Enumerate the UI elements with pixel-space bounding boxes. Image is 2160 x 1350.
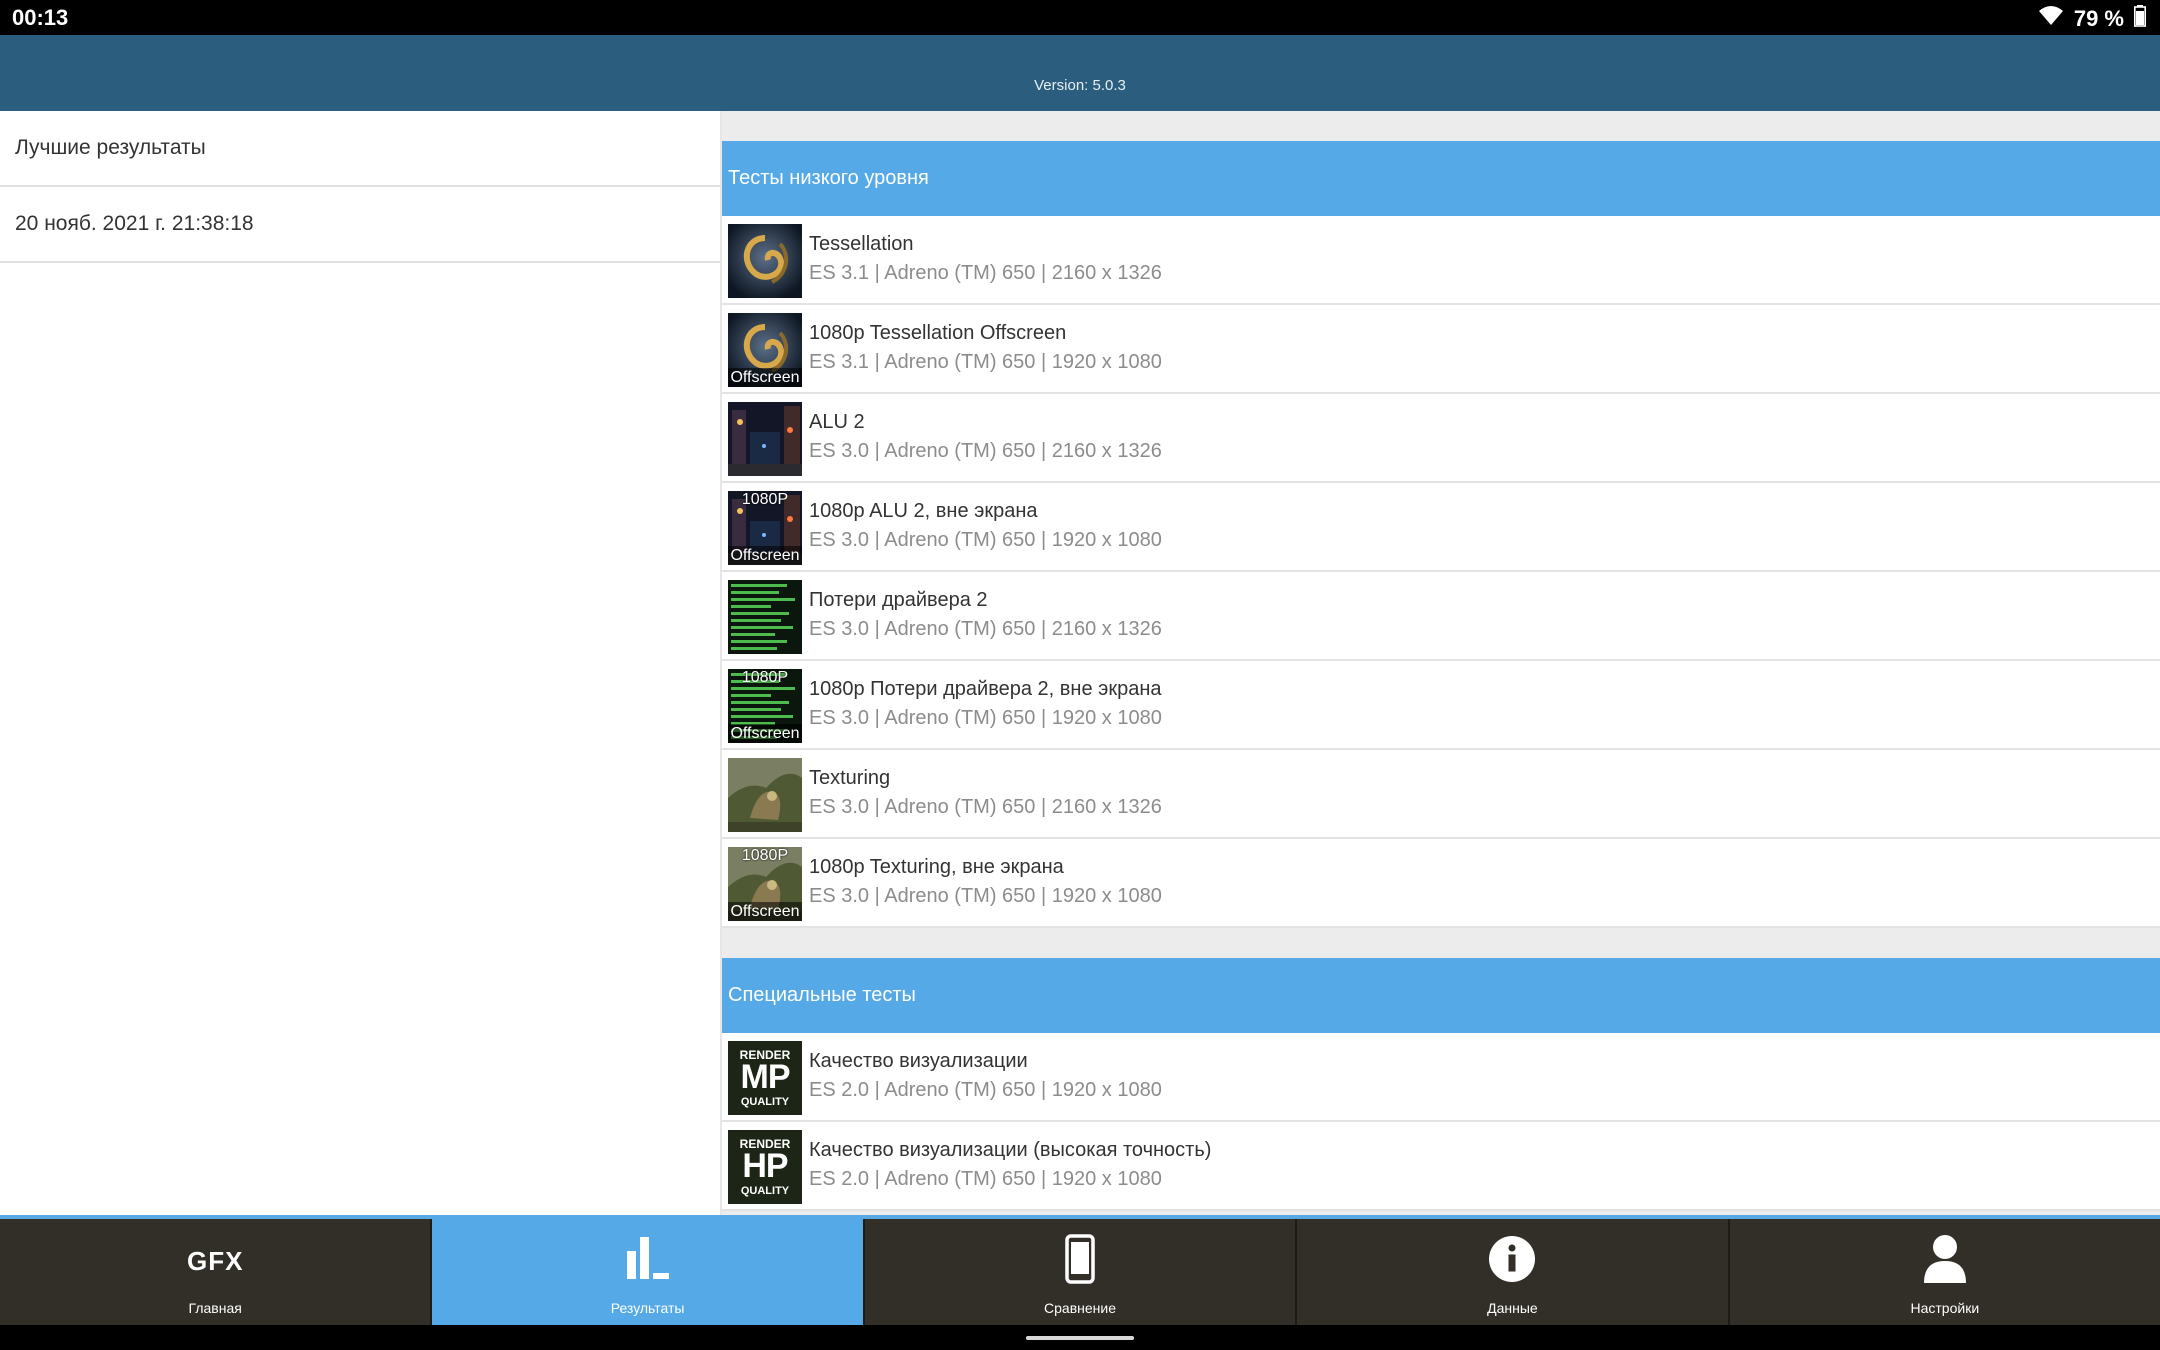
section-header: Тесты низкого уровня [722,141,2160,216]
badge-mid-text: MP [740,1058,791,1096]
result-row[interactable]: 1080P Offscreen 1080p Texturing, вне экран… [722,839,2160,928]
status-time: 00:13 [12,5,69,30]
gesture-bar [0,1325,2160,1350]
tab-settings[interactable]: Настройки [1729,1219,2160,1325]
test-details: ES 2.0 | Adreno (TM) 650 | 1920 x 1080 [809,1168,1162,1190]
badge-bottom-text: QUALITY [740,1185,790,1197]
result-row[interactable]: RENDER HP QUALITY Качество визуализации (вы… [722,1122,2160,1211]
result-date-item[interactable]: 20 нояб. 2021 г. 21:38:18 [0,187,720,263]
badge-mid-text: HP [742,1147,788,1185]
test-name: 1080p Tessellation Offscreen [809,322,1067,344]
battery-percent: 79 % [2073,6,2124,31]
result-row[interactable]: 1080P Offscreen 1080p Потери драйвера 2, в… [722,661,2160,750]
render-quality-mp-icon: RENDER MP QUALITY [728,1041,802,1115]
person-icon [1922,1233,1968,1290]
test-details: ES 3.0 | Adreno (TM) 650 | 1920 x 1080 [809,529,1162,551]
test-details: ES 3.1 | Adreno (TM) 650 | 1920 x 1080 [809,351,1162,373]
badge-bottom-text: QUALITY [740,1096,790,1108]
test-name: Texturing [809,767,891,789]
render-quality-badge: RENDER HP QUALITY [728,1130,802,1204]
tab-label: Настройки [1910,1300,1980,1316]
tab-home[interactable]: GFX Главная [0,1219,433,1325]
test-details: ES 3.1 | Adreno (TM) 650 | 2160 x 1326 [809,262,1162,284]
info-icon [1488,1235,1536,1288]
test-name: ALU 2 [809,411,865,433]
thumb-offscreen-label: Offscreen [728,724,802,743]
version-label: Version: 5.0.3 [1034,77,1126,94]
home-gesture-handle[interactable] [1026,1336,1134,1340]
tab-label: Главная [188,1300,242,1316]
tab-label: Результаты [610,1300,685,1316]
result-row[interactable]: Потери драйвера 2 ES 3.0 | Adreno (TM) 65… [722,572,2160,661]
render-quality-badge: RENDER MP QUALITY [728,1041,802,1115]
test-details: ES 3.0 | Adreno (TM) 650 | 2160 x 1326 [809,618,1162,640]
test-name: 1080p Потери драйвера 2, вне экрана [809,678,1162,700]
test-name: Tessellation [809,233,914,255]
results-list[interactable]: Тесты низкого уровня Tessellation ES 3.1 |… [722,111,2160,1215]
result-row[interactable]: Offscreen 1080p Tessellation Offscreen ES … [722,305,2160,394]
tessellation-thumbnail-icon [728,224,802,298]
thumb-resolution-label: 1080P [741,669,789,686]
test-details: ES 3.0 | Adreno (TM) 650 | 1920 x 1080 [809,707,1162,729]
tessellation-offscreen-thumbnail-icon: Offscreen [728,313,802,387]
result-row[interactable]: ALU 2 ES 3.0 | Adreno (TM) 650 | 2160 x 1… [722,394,2160,483]
tab-compare[interactable]: Сравнение [864,1219,1298,1325]
test-details: ES 3.0 | Adreno (TM) 650 | 1920 x 1080 [809,885,1162,907]
thumb-offscreen-label: Offscreen [728,902,802,921]
tab-label: Сравнение [1044,1300,1116,1316]
status-right: 79 % [2038,5,2146,33]
test-name: Потери драйвера 2 [809,589,988,611]
texturing-thumbnail-icon [728,758,802,832]
result-row[interactable]: RENDER MP QUALITY Качество визуализации ES 2… [722,1033,2160,1122]
section-spacer [722,111,2160,141]
gfx-logo-icon: GFX [186,1245,244,1276]
texturing-offscreen-thumbnail-icon: 1080P Offscreen [728,847,802,921]
alu2-thumbnail-icon [728,402,802,476]
thumb-resolution-label: 1080P [741,491,789,508]
battery-icon [2134,5,2146,33]
thumb-offscreen-label: Offscreen [728,546,802,565]
best-results-item[interactable]: Лучшие результаты [0,111,720,187]
status-bar: 00:13 79 % [0,0,2160,35]
wifi-icon [2038,5,2064,33]
tab-label: Данные [1487,1300,1538,1316]
test-name: Качество визуализации [809,1050,1028,1072]
section-header: Специальные тесты [722,958,2160,1033]
test-name: Качество визуализации (высокая точность) [809,1139,1212,1161]
test-details: ES 2.0 | Adreno (TM) 650 | 1920 x 1080 [809,1079,1162,1101]
left-panel: Лучшие результаты 20 нояб. 2021 г. 21:38… [0,111,722,1215]
test-name: 1080p ALU 2, вне экрана [809,500,1038,522]
render-quality-hp-icon: RENDER HP QUALITY [728,1130,802,1204]
test-details: ES 3.0 | Adreno (TM) 650 | 2160 x 1326 [809,796,1162,818]
bar-chart-icon [623,1235,673,1288]
test-name: 1080p Texturing, вне экрана [809,856,1064,878]
section-spacer [722,928,2160,958]
test-details: ES 3.0 | Adreno (TM) 650 | 2160 x 1326 [809,440,1162,462]
thumb-resolution-label: 1080P [741,847,789,864]
result-row[interactable]: Tessellation ES 3.1 | Adreno (TM) 650 | 2… [722,216,2160,305]
app-bar: Version: 5.0.3 [0,35,2160,111]
result-row[interactable]: Texturing ES 3.0 | Adreno (TM) 650 | 2160… [722,750,2160,839]
result-row[interactable]: 1080P Offscreen 1080p ALU 2, вне экрана ES … [722,483,2160,572]
tab-info[interactable]: Данные [1297,1219,1730,1325]
phone-icon [1065,1233,1095,1289]
driver-overhead-thumbnail-icon [728,580,802,654]
bottom-nav: GFX Главная Результаты Сравнение Данные … [0,1215,2160,1325]
tab-results[interactable]: Результаты [432,1219,865,1325]
alu2-offscreen-thumbnail-icon: 1080P Offscreen [728,491,802,565]
driver-overhead-offscreen-thumbnail-icon: 1080P Offscreen [728,669,802,743]
thumb-offscreen-label: Offscreen [728,368,802,387]
